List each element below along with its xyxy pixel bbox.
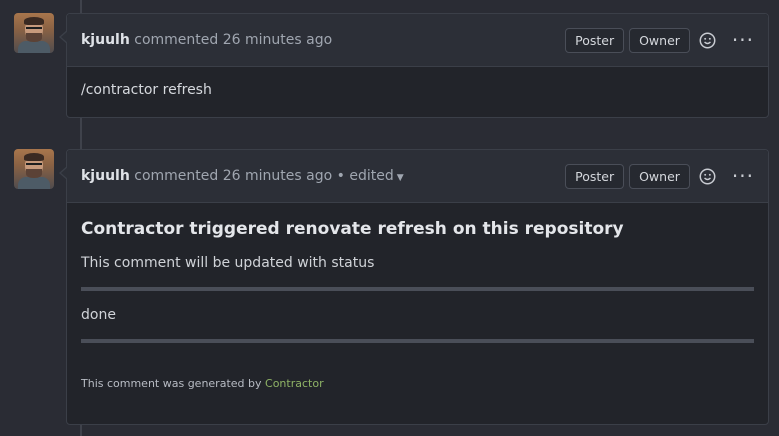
poster-badge: Poster [565, 27, 625, 53]
edited-separator: • [336, 168, 345, 184]
author-link[interactable]: kjuulh [81, 32, 130, 48]
avatar[interactable] [14, 13, 54, 53]
owner-badge: Owner [629, 163, 690, 189]
comment-body: Contractor triggered renovate refresh on… [67, 203, 768, 404]
more-horizontal-icon[interactable]: ··· [732, 30, 754, 50]
comment-heading: Contractor triggered renovate refresh on… [81, 219, 624, 239]
comment-body: /contractor refresh [81, 82, 212, 98]
edited-dropdown[interactable]: edited ▼ [349, 168, 403, 184]
caret-down-icon: ▼ [396, 173, 404, 183]
avatar[interactable] [14, 149, 54, 189]
status-line: This comment will be updated with status [81, 255, 375, 271]
comment-action: commented [134, 32, 219, 48]
author-link[interactable]: kjuulh [81, 168, 130, 184]
contractor-link[interactable]: Contractor [265, 377, 324, 390]
smiley-icon[interactable] [699, 32, 716, 49]
divider [81, 287, 754, 291]
comment-action: commented [134, 168, 219, 184]
generated-footer: This comment was generated by Contractor [81, 377, 754, 390]
comment-2: kjuulh commented 26 minutes ago • edited… [59, 149, 769, 425]
owner-badge: Owner [629, 27, 690, 53]
edited-label: edited [349, 168, 394, 184]
comment-time[interactable]: 26 minutes ago [223, 168, 332, 184]
comment-header: kjuulh commented 26 minutes ago • edited… [67, 150, 768, 203]
comment-meta: kjuulh commented 26 minutes ago • edited… [81, 168, 560, 184]
comment-header: kjuulh commented 26 minutes ago Poster O… [67, 14, 768, 67]
status-value: done [81, 307, 116, 323]
more-horizontal-icon[interactable]: ··· [732, 166, 754, 186]
comment-meta: kjuulh commented 26 minutes ago [81, 32, 560, 48]
smiley-icon[interactable] [699, 168, 716, 185]
comment-1: kjuulh commented 26 minutes ago Poster O… [59, 13, 769, 118]
footer-text: This comment was generated by [81, 377, 262, 390]
comment-time[interactable]: 26 minutes ago [223, 32, 332, 48]
poster-badge: Poster [565, 163, 625, 189]
divider [81, 339, 754, 343]
